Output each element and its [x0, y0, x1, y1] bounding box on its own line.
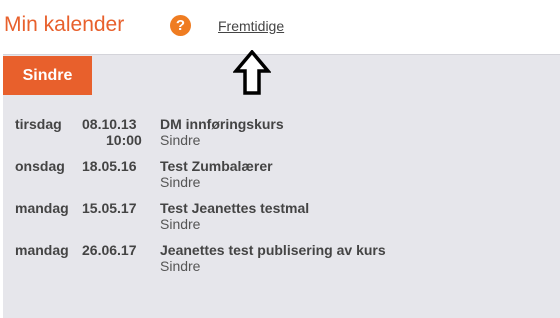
event-name: Jeanettes test publisering av kurs — [160, 242, 386, 258]
event-person: Sindre — [160, 174, 201, 190]
event-day: tirsdag — [15, 116, 62, 132]
up-arrow-icon — [233, 50, 271, 95]
event-day: onsdag — [15, 158, 65, 174]
event-name: Test Zumbalærer — [160, 158, 273, 174]
event-row[interactable]: mandag 26.06.17 Jeanettes test publiseri… — [15, 242, 555, 284]
event-person: Sindre — [160, 216, 201, 232]
event-row[interactable]: tirsdag 08.10.13 10:00 DM innføringskurs… — [15, 116, 555, 158]
event-date: 15.05.17 — [82, 200, 137, 216]
page-title: Min kalender — [4, 13, 125, 36]
event-time: 10:00 — [106, 132, 142, 148]
event-date: 08.10.13 — [82, 116, 137, 132]
event-day: mandag — [15, 242, 69, 258]
tab-sindre[interactable]: Sindre — [3, 56, 92, 95]
calendar-panel: Sindre tirsdag 08.10.13 10:00 DM innføri… — [3, 54, 560, 318]
event-person: Sindre — [160, 258, 201, 274]
event-name: DM innføringskurs — [160, 116, 284, 132]
divider — [3, 54, 560, 55]
event-person: Sindre — [160, 132, 201, 148]
question-circle-icon[interactable]: ? — [170, 15, 191, 36]
event-date: 26.06.17 — [82, 242, 137, 258]
event-list: tirsdag 08.10.13 10:00 DM innføringskurs… — [15, 116, 555, 284]
event-day: mandag — [15, 200, 69, 216]
future-events-link[interactable]: Fremtidige — [218, 18, 284, 34]
event-name: Test Jeanettes testmal — [160, 200, 310, 216]
header: Min kalender ? Fremtidige — [0, 0, 560, 54]
event-row[interactable]: mandag 15.05.17 Test Jeanettes testmal S… — [15, 200, 555, 242]
event-date: 18.05.16 — [82, 158, 137, 174]
event-row[interactable]: onsdag 18.05.16 Test Zumbalærer Sindre — [15, 158, 555, 200]
